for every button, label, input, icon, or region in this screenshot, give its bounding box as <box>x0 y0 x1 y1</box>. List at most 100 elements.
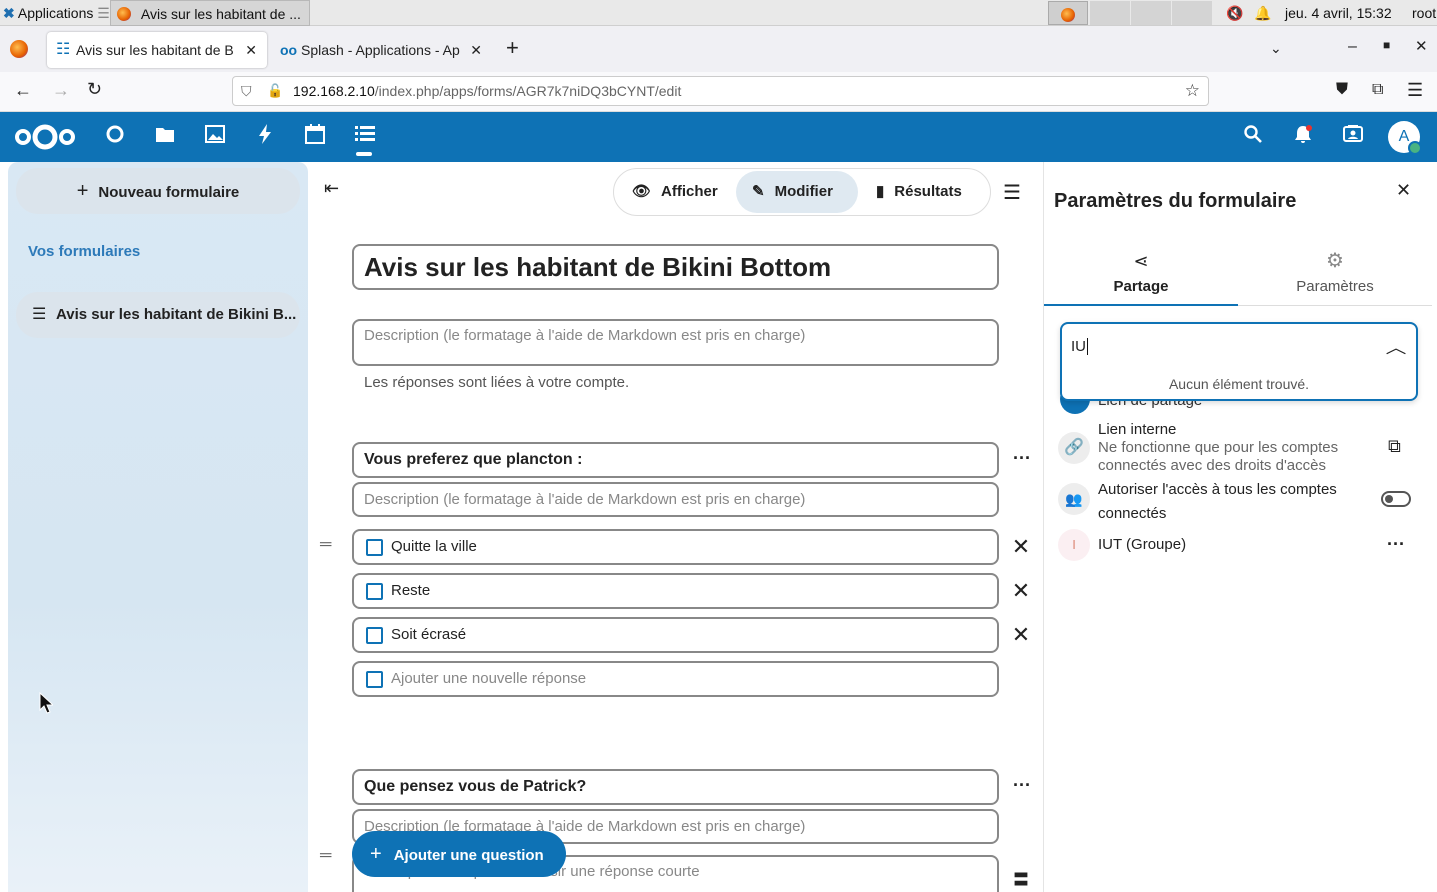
bookmark-star-icon[interactable]: ☆ <box>1185 77 1200 105</box>
clock[interactable]: jeu. 4 avril, 15:32 <box>1285 0 1392 26</box>
internal-link-desc: Ne fonctionne que pour les comptes <box>1098 439 1339 456</box>
app-header: A <box>0 112 1437 162</box>
files-icon[interactable] <box>152 124 178 150</box>
notification-bell-icon[interactable]: 🔔 <box>1254 0 1271 26</box>
workspace-3[interactable] <box>1131 1 1171 25</box>
share-search-combobox[interactable]: IU ︿ Aucun élément trouvé. <box>1060 322 1418 401</box>
photos-icon[interactable] <box>202 124 228 150</box>
forward-icon[interactable]: → <box>52 80 70 101</box>
new-tab-icon[interactable]: + <box>506 37 519 59</box>
form-editor: ⇤ 👁 Afficher ✎ Modifier ▮ Résultats ☰ Avis … <box>308 162 1043 892</box>
checkbox-icon[interactable] <box>366 582 383 600</box>
new-answer-input[interactable]: Ajouter une nouvelle réponse <box>352 661 999 697</box>
allow-all-text: connectés <box>1098 505 1167 522</box>
activity-icon[interactable] <box>252 124 278 150</box>
toggle-sidebar-icon[interactable]: ☰ <box>1003 180 1021 205</box>
edit-button[interactable]: ✎ Modifier <box>736 171 858 213</box>
account-note: Les réponses sont liées à votre compte. <box>364 374 630 391</box>
browser-tab-splash[interactable]: oo Splash - Applications - Ap ✕ <box>272 32 492 68</box>
dashboard-icon[interactable] <box>102 124 128 150</box>
avatar-letter: A <box>1398 128 1410 145</box>
tab-title: Avis sur les habitant de B <box>76 42 234 58</box>
question-description-input[interactable]: Description (le formatage à l'aide de Ma… <box>352 482 999 517</box>
results-label: Résultats <box>894 183 962 200</box>
sidebar-title: Paramètres du formulaire <box>1054 190 1297 212</box>
form-description-input[interactable]: Description (le formatage à l'aide de Ma… <box>352 319 999 366</box>
new-form-button[interactable]: + Nouveau formulaire <box>16 168 300 214</box>
eye-icon: 👁 <box>632 183 652 200</box>
view-button[interactable]: 👁 Afficher <box>616 171 734 213</box>
forms-app-icon[interactable] <box>352 124 378 150</box>
copy-icon[interactable]: ⧉ <box>1388 436 1401 457</box>
minimize-icon[interactable]: – <box>1348 38 1357 56</box>
form-list-item[interactable]: ☰ Avis sur les habitant de Bikini B... <box>16 292 300 338</box>
calendar-icon[interactable] <box>302 124 328 150</box>
tab-sharing[interactable]: ⋖ Partage <box>1044 244 1238 306</box>
allow-all-label: Autoriser l'accès à tous les comptes con… <box>1098 478 1337 526</box>
nextcloud-logo-icon[interactable] <box>14 123 76 154</box>
question-actions-icon[interactable]: ··· <box>1013 448 1031 469</box>
add-question-button[interactable]: + Ajouter une question <box>352 831 566 877</box>
maximize-icon[interactable]: ■ <box>1383 38 1390 52</box>
drag-handle-icon[interactable]: ═ <box>320 847 331 865</box>
group-actions-icon[interactable]: ··· <box>1387 534 1405 555</box>
xfce-icon: ✖ <box>3 5 15 21</box>
form-title-input[interactable]: Avis sur les habitant de Bikini Bottom <box>352 244 999 290</box>
answer-option[interactable]: Reste <box>352 573 999 609</box>
link-icon: 🔗 <box>1058 432 1090 464</box>
share-icon: ⋖ <box>1133 251 1149 271</box>
question-description-placeholder: Description (le formatage à l'aide de Ma… <box>364 491 806 508</box>
notifications-icon[interactable] <box>1290 124 1316 150</box>
short-text-icon: 〓 <box>1013 872 1030 889</box>
question-actions-icon[interactable]: ··· <box>1013 775 1031 796</box>
section-title: Vos formulaires <box>28 243 141 260</box>
close-window-icon[interactable]: ✕ <box>1415 37 1428 55</box>
view-switcher: 👁 Afficher ✎ Modifier ▮ Résultats <box>613 168 991 216</box>
close-sidebar-icon[interactable]: ✕ <box>1396 180 1411 201</box>
search-icon[interactable] <box>1240 124 1266 150</box>
tab-settings[interactable]: ⚙ Paramètres <box>1238 244 1432 306</box>
answer-option[interactable]: Quitte la ville <box>352 529 999 565</box>
user-menu[interactable]: root <box>1412 0 1436 26</box>
question-title-input[interactable]: Vous preferez que plancton : <box>352 442 999 478</box>
taskbar-window-title: Avis sur les habitant de ... <box>140 6 301 22</box>
answer-option[interactable]: Soit écrasé <box>352 617 999 653</box>
taskbar-window-button[interactable]: Avis sur les habitant de ... <box>110 0 310 26</box>
delete-answer-icon[interactable]: ✕ <box>1009 622 1033 648</box>
list-tabs-icon[interactable]: ⌄ <box>1270 40 1282 57</box>
allow-all-toggle[interactable] <box>1381 491 1411 507</box>
tab-settings-label: Paramètres <box>1296 278 1374 295</box>
pocket-icon[interactable]: ⛊ <box>1336 81 1348 99</box>
internal-link-desc: connectés avec des droits d'accès <box>1098 457 1326 474</box>
delete-answer-icon[interactable]: ✕ <box>1009 578 1033 604</box>
applications-label: Applications <box>17 5 94 21</box>
workspace-2[interactable] <box>1090 1 1130 25</box>
question-title-input[interactable]: Que pensez vous de Patrick? <box>352 769 999 805</box>
checkbox-icon[interactable] <box>366 626 383 644</box>
firefox-view-icon[interactable] <box>10 40 28 58</box>
app-navigation: + Nouveau formulaire Vos formulaires ☰ Av… <box>8 162 308 892</box>
url-bar[interactable]: ⛉ 🔓 192.168.2.10/index.php/apps/forms/AG… <box>232 76 1209 106</box>
checkbox-icon[interactable] <box>366 538 383 556</box>
delete-answer-icon[interactable]: ✕ <box>1009 534 1033 560</box>
workspace-4[interactable] <box>1172 1 1212 25</box>
close-tab-icon[interactable]: ✕ <box>470 32 482 68</box>
contacts-icon[interactable] <box>1340 124 1366 150</box>
toggle-navigation-icon[interactable]: ⇤ <box>324 178 339 199</box>
drag-handle-icon[interactable]: ═ <box>320 536 331 554</box>
shield-icon[interactable]: ⛉ <box>241 77 252 105</box>
back-icon[interactable]: ← <box>14 80 32 101</box>
workspace-1[interactable] <box>1048 1 1088 25</box>
extensions-icon[interactable]: ⧉ <box>1372 81 1383 99</box>
close-tab-icon[interactable]: ✕ <box>245 32 257 68</box>
applications-menu[interactable]: ✖ Applications ☰ <box>3 0 110 26</box>
chevron-up-icon[interactable]: ︿ <box>1386 334 1407 358</box>
browser-tab-forms[interactable]: ☷ Avis sur les habitant de B ✕ <box>47 32 267 68</box>
search-value: IU <box>1071 338 1086 355</box>
insecure-lock-icon[interactable]: 🔓 <box>267 77 283 105</box>
results-button[interactable]: ▮ Résultats <box>862 171 988 213</box>
reload-icon[interactable]: ↻ <box>87 79 102 100</box>
share-search-input[interactable]: IU <box>1071 338 1088 355</box>
volume-muted-icon[interactable]: 🔇 <box>1226 0 1243 26</box>
menu-icon[interactable]: ☰ <box>1407 80 1423 101</box>
